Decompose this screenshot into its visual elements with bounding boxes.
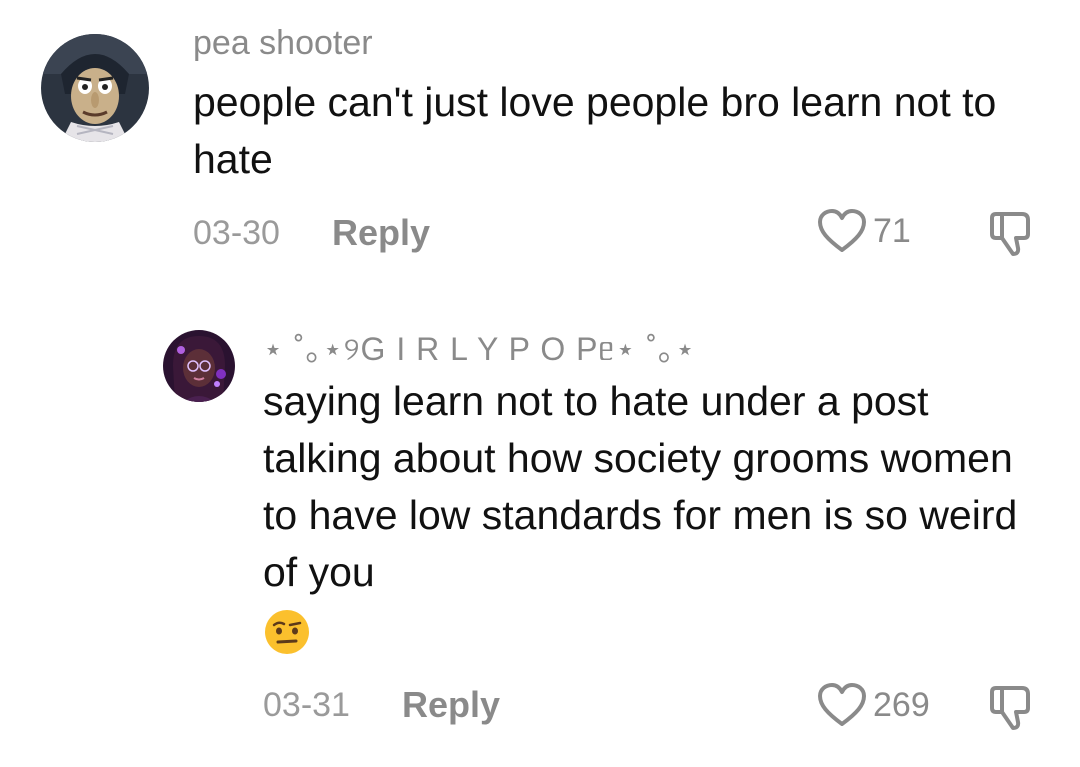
like-button[interactable]: 269: [817, 682, 930, 728]
comment-date: 03-30: [193, 213, 280, 252]
like-count: 71: [873, 211, 911, 250]
comment-text-body: saying learn not to hate under a post ta…: [263, 378, 1018, 595]
raised-eyebrow-emoji-icon: [263, 608, 311, 656]
anime-character-avatar: [41, 34, 149, 142]
dislike-button[interactable]: [988, 208, 1038, 263]
like-button[interactable]: 71: [817, 208, 911, 254]
comment-username[interactable]: ⋆ ˚｡⋆୨G I R L Y P O Pᥱ⋆ ˚｡⋆: [263, 324, 696, 370]
comment-text: people can't just love people bro learn …: [193, 79, 997, 182]
user-avatar[interactable]: [41, 34, 149, 142]
reply-button[interactable]: Reply: [402, 684, 500, 726]
heart-outline-icon: [818, 209, 866, 252]
user-avatar[interactable]: [163, 330, 235, 402]
dislike-button[interactable]: [988, 682, 1038, 737]
comment-date: 03-31: [263, 685, 350, 724]
heart-outline-icon: [818, 683, 866, 726]
reply-button[interactable]: Reply: [332, 212, 430, 254]
comment-text: saying learn not to hate under a post ta…: [263, 373, 1053, 658]
like-count: 269: [873, 685, 930, 724]
comment-meta: 03-31 Reply: [263, 684, 500, 726]
comment-username[interactable]: pea shooter: [193, 24, 373, 63]
thumbs-down-icon: [990, 686, 1030, 730]
purple-character-avatar: [163, 330, 235, 402]
thumbs-down-icon: [990, 212, 1030, 256]
comment-meta: 03-30 Reply: [193, 212, 430, 254]
